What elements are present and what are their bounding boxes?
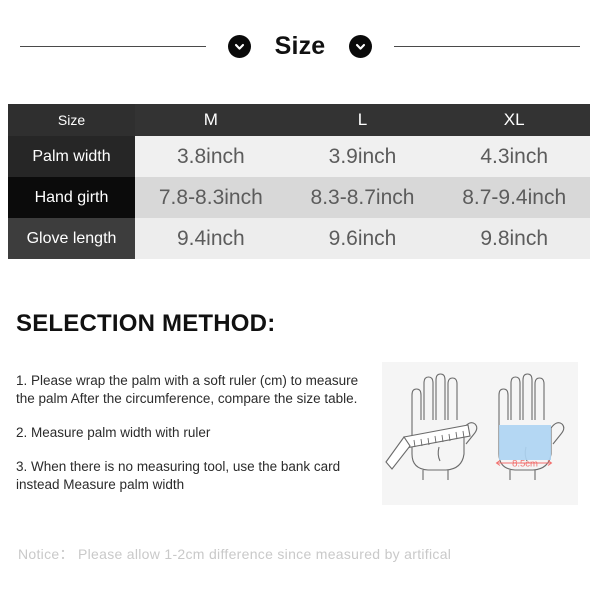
table-header-m: M (135, 104, 287, 136)
row-label-glove-length: Glove length (8, 218, 135, 259)
chevron-down-icon (233, 40, 246, 53)
header-divider-left (19, 45, 206, 47)
list-item: 2. Measure palm width with ruler (16, 425, 211, 440)
measure-label: 8.5cm (512, 459, 538, 470)
table-header-l: L (286, 104, 439, 136)
table-row: Hand girth 7.8-8.3inch 8.3-8.7inch 8.7-9… (8, 177, 591, 218)
table-header-row: Size M L XL (8, 104, 591, 136)
cell-glove-length-m: 9.4inch (135, 218, 287, 259)
selection-method-title: SELECTION METHOD: (16, 310, 276, 337)
cell-glove-length-xl: 9.8inch (438, 218, 591, 259)
chevron-down-icon (354, 40, 367, 53)
cell-palm-width-xl: 4.3inch (438, 136, 591, 177)
selection-method-list: 1. Please wrap the palm with a soft rule… (16, 372, 362, 510)
table-header-xl: XL (438, 104, 591, 136)
cell-hand-girth-xl: 8.7-9.4inch (438, 177, 591, 218)
page-header: Size (0, 24, 600, 68)
cell-hand-girth-l: 8.3-8.7inch (286, 177, 439, 218)
size-chart-table: Size M L XL Palm width 3.8inch 3.9inch 4… (8, 104, 591, 259)
notice-text: Notice： Please allow 1-2cm difference si… (18, 546, 452, 562)
chevron-down-badge-left[interactable] (227, 34, 251, 58)
row-label-hand-girth: Hand girth (8, 177, 135, 218)
chevron-down-badge-right[interactable] (349, 34, 373, 58)
list-item: 3. When there is no measuring tool, use … (16, 459, 341, 492)
ruler-icon (385, 424, 471, 470)
page-title: Size (274, 31, 326, 60)
cell-palm-width-l: 3.9inch (286, 136, 439, 177)
cell-hand-girth-m: 7.8-8.3inch (135, 177, 287, 218)
table-header-size: Size (8, 104, 135, 136)
table-row: Glove length 9.4inch 9.6inch 9.8inch (8, 218, 591, 259)
row-label-palm-width: Palm width (8, 136, 135, 177)
measurement-illustration: 8.5cm (382, 362, 578, 505)
cell-glove-length-l: 9.6inch (286, 218, 439, 259)
cell-palm-width-m: 3.8inch (135, 136, 287, 177)
table-row: Palm width 3.8inch 3.9inch 4.3inch (8, 136, 591, 177)
header-divider-right (394, 45, 581, 47)
width-band (499, 425, 551, 460)
list-item: 1. Please wrap the palm with a soft rule… (16, 373, 359, 406)
